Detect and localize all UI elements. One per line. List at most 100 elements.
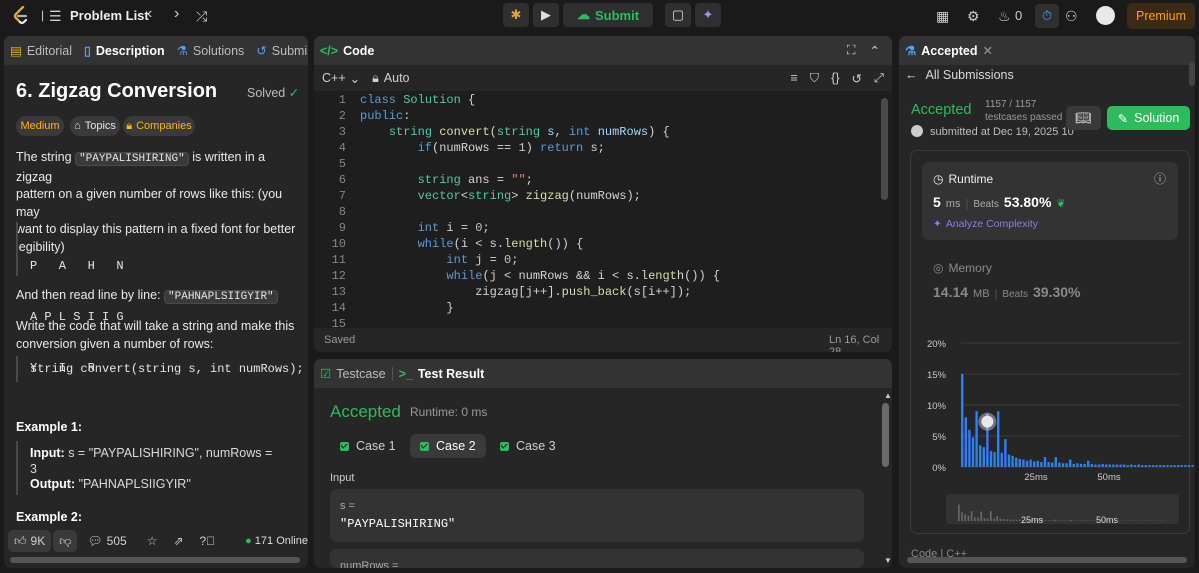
distribution-bar[interactable] <box>1097 464 1101 467</box>
distribution-bar[interactable] <box>989 450 993 467</box>
solution-button[interactable]: ✎ Solution <box>1107 106 1190 130</box>
distribution-bar[interactable] <box>961 374 964 467</box>
distribution-bar[interactable] <box>1004 439 1007 467</box>
maximize-icon[interactable]: ⛶ <box>847 43 856 58</box>
distribution-bar[interactable] <box>1166 465 1169 467</box>
braces-icon[interactable]: {} <box>831 71 839 86</box>
star-icon[interactable]: ☆ <box>147 534 158 548</box>
distribution-bar[interactable] <box>1015 457 1018 467</box>
runtime-card[interactable]: ◷ Runtime ⓘ 5 ms | Beats 53.80% ❦ ✦ Anal… <box>922 162 1178 240</box>
note-icon[interactable]: ▢ <box>665 3 691 27</box>
case-1-tab[interactable]: Case 1 <box>330 434 406 458</box>
shuffle-icon[interactable]: ⤮ <box>196 8 207 25</box>
distribution-bar[interactable] <box>1184 465 1187 467</box>
distribution-bar[interactable] <box>968 429 971 467</box>
distribution-bar[interactable] <box>1079 463 1083 467</box>
topics-badge[interactable]: ⌂ Topics <box>70 116 120 136</box>
distribution-bar[interactable] <box>1112 464 1115 467</box>
ai-sparkle-icon[interactable]: ✦ <box>695 3 721 27</box>
tab-submissions[interactable]: ↺ Submis <box>250 43 308 59</box>
language-select[interactable]: C++ ⌄ <box>322 71 360 86</box>
scroll-down-icon[interactable]: ▼ <box>884 556 892 565</box>
distribution-bar[interactable] <box>993 452 996 467</box>
distribution-bar[interactable] <box>1187 465 1191 467</box>
streak-fire-icon[interactable]: ♨ <box>998 8 1011 25</box>
distribution-bar[interactable] <box>1094 464 1097 467</box>
distribution-bar[interactable] <box>1119 464 1122 467</box>
distribution-bar[interactable] <box>1090 463 1093 467</box>
code-editor[interactable]: 1 class Solution { 2 public: 3 string conv… <box>314 93 892 331</box>
format-icon[interactable]: ≡ <box>790 71 797 86</box>
distribution-bar[interactable] <box>1155 465 1158 467</box>
layout-grid-icon[interactable]: ▦ <box>936 8 949 25</box>
distribution-bar[interactable] <box>1000 452 1003 467</box>
distribution-bar[interactable] <box>1033 461 1036 467</box>
distribution-bar[interactable] <box>1069 459 1072 467</box>
distribution-bar[interactable] <box>1072 463 1075 467</box>
submit-button[interactable]: ☁ Submit <box>563 3 653 27</box>
tab-editorial[interactable]: ▤ Editorial <box>4 43 78 59</box>
distribution-bar[interactable] <box>1047 462 1050 467</box>
distribution-bar[interactable] <box>1076 463 1079 467</box>
distribution-bar[interactable] <box>1162 465 1165 467</box>
case-3-tab[interactable]: Case 3 <box>490 434 566 458</box>
problem-list-link[interactable]: Problem List <box>70 8 149 23</box>
distribution-bar[interactable] <box>1137 464 1140 467</box>
distribution-bar[interactable] <box>1177 465 1180 467</box>
problem-title[interactable]: 6. Zigzag Conversion <box>16 80 217 103</box>
distribution-bar[interactable] <box>1061 463 1065 467</box>
distribution-bar[interactable] <box>964 417 967 467</box>
distribution-bar[interactable] <box>1191 465 1194 467</box>
add-friend-icon[interactable]: ⚇ <box>1065 8 1078 25</box>
share-icon[interactable]: ⇗ <box>173 534 183 548</box>
distribution-bar[interactable] <box>1159 465 1162 467</box>
distribution-bar[interactable] <box>1018 458 1021 467</box>
right-scrollbar[interactable] <box>1189 62 1195 86</box>
distribution-bar[interactable] <box>1054 457 1057 467</box>
scroll-up-icon[interactable]: ▲ <box>884 391 892 400</box>
companies-badge[interactable]: 🔒︎ Companies <box>123 116 195 136</box>
auto-mode[interactable]: 🔒︎ Auto <box>372 71 409 86</box>
tab-test-result[interactable]: >_ Test Result <box>393 367 491 381</box>
code-scrollbar[interactable] <box>881 98 888 200</box>
tab-accepted[interactable]: ⚗ Accepted ✕ <box>899 43 999 59</box>
help-icon[interactable]: ?⃝ <box>200 534 216 548</box>
like-button[interactable]: 👍︎ 9K <box>8 530 52 552</box>
distribution-bar[interactable] <box>1025 460 1029 467</box>
list-icon[interactable]: ☰ <box>49 8 62 25</box>
comments-button[interactable]: 💬︎ 505 <box>87 534 126 548</box>
distribution-bar[interactable] <box>1051 462 1054 467</box>
distribution-bar[interactable] <box>1040 462 1043 467</box>
distribution-bar[interactable] <box>1011 455 1014 467</box>
distribution-bar[interactable] <box>1105 464 1108 467</box>
distribution-bar[interactable] <box>1087 460 1090 467</box>
your-runtime-marker[interactable] <box>981 415 994 428</box>
distribution-bar[interactable] <box>1083 463 1086 467</box>
distribution-bar[interactable] <box>1133 465 1137 467</box>
chevron-left-icon[interactable]: ‹ <box>147 5 152 23</box>
distribution-bar[interactable] <box>1058 462 1061 467</box>
memory-title[interactable]: ◎ Memory <box>933 261 992 275</box>
distribution-bar[interactable] <box>979 445 982 467</box>
distribution-bar[interactable] <box>971 437 975 467</box>
distribution-bar[interactable] <box>1126 465 1129 467</box>
distribution-bar[interactable] <box>1043 457 1047 467</box>
chevron-right-icon[interactable]: › <box>174 5 179 23</box>
test-scrollbar[interactable] <box>882 403 889 467</box>
tab-description[interactable]: ▯ Description <box>78 43 171 59</box>
distribution-bar[interactable] <box>1169 465 1173 467</box>
distribution-bar[interactable] <box>1029 459 1032 467</box>
distribution-bar[interactable] <box>1108 464 1111 467</box>
open-book-icon[interactable]: 📖︎ <box>1066 106 1101 130</box>
distribution-bar[interactable] <box>1022 459 1025 467</box>
distribution-bar[interactable] <box>1151 465 1155 467</box>
dislike-button[interactable]: 👎︎ <box>53 530 78 552</box>
run-button[interactable]: ▶ <box>533 3 559 27</box>
distribution-bar[interactable] <box>1007 454 1011 467</box>
distribution-bar[interactable] <box>1173 465 1176 467</box>
distribution-bar[interactable] <box>1144 465 1147 467</box>
distribution-bar[interactable] <box>1065 463 1068 467</box>
reset-icon[interactable]: ↺ <box>852 71 862 86</box>
distribution-bar[interactable] <box>997 411 1000 467</box>
distribution-bar[interactable] <box>1123 464 1126 467</box>
